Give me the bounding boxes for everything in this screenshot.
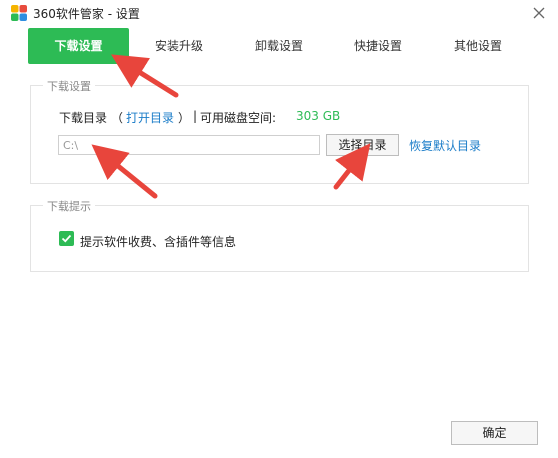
restore-default-dir-link[interactable]: 恢复默认目录: [409, 137, 481, 154]
close-button[interactable]: [528, 2, 550, 24]
open-paren: （: [111, 111, 124, 125]
available-space-label: 可用磁盘空间:: [200, 111, 277, 125]
download-dir-label: 下载目录: [59, 111, 108, 125]
hint-group-legend: 下载提示: [43, 198, 95, 214]
show-charge-hint-checkbox[interactable]: [59, 231, 74, 246]
download-group-legend: 下载设置: [43, 78, 95, 94]
tab-other-settings[interactable]: 其他设置: [439, 28, 517, 64]
window-title: 360软件管家 - 设置: [33, 7, 140, 21]
checkmark-icon: [61, 234, 72, 243]
show-charge-hint-label[interactable]: 提示软件收费、含插件等信息: [80, 233, 236, 250]
tab-install-upgrade[interactable]: 安装升级: [140, 28, 218, 64]
available-space-value: 303 GB: [296, 109, 341, 123]
open-dir-link[interactable]: 打开目录: [126, 109, 174, 126]
ok-button[interactable]: 确定: [451, 421, 538, 445]
tab-uninstall-settings[interactable]: 卸载设置: [240, 28, 318, 64]
close-paren: ）: [178, 111, 191, 125]
title-bar: 360软件管家 - 设置: [0, 0, 558, 26]
settings-tabs: 下载设置 安装升级 卸载设置 快捷设置 其他设置: [0, 28, 558, 64]
separator: |: [193, 109, 198, 123]
close-icon: [533, 7, 545, 19]
download-path-input[interactable]: [58, 135, 320, 155]
app-logo-icon: [11, 5, 27, 21]
tab-download-settings[interactable]: 下载设置: [28, 28, 129, 64]
tab-shortcut-settings[interactable]: 快捷设置: [339, 28, 417, 64]
choose-dir-button[interactable]: 选择目录: [326, 134, 399, 156]
